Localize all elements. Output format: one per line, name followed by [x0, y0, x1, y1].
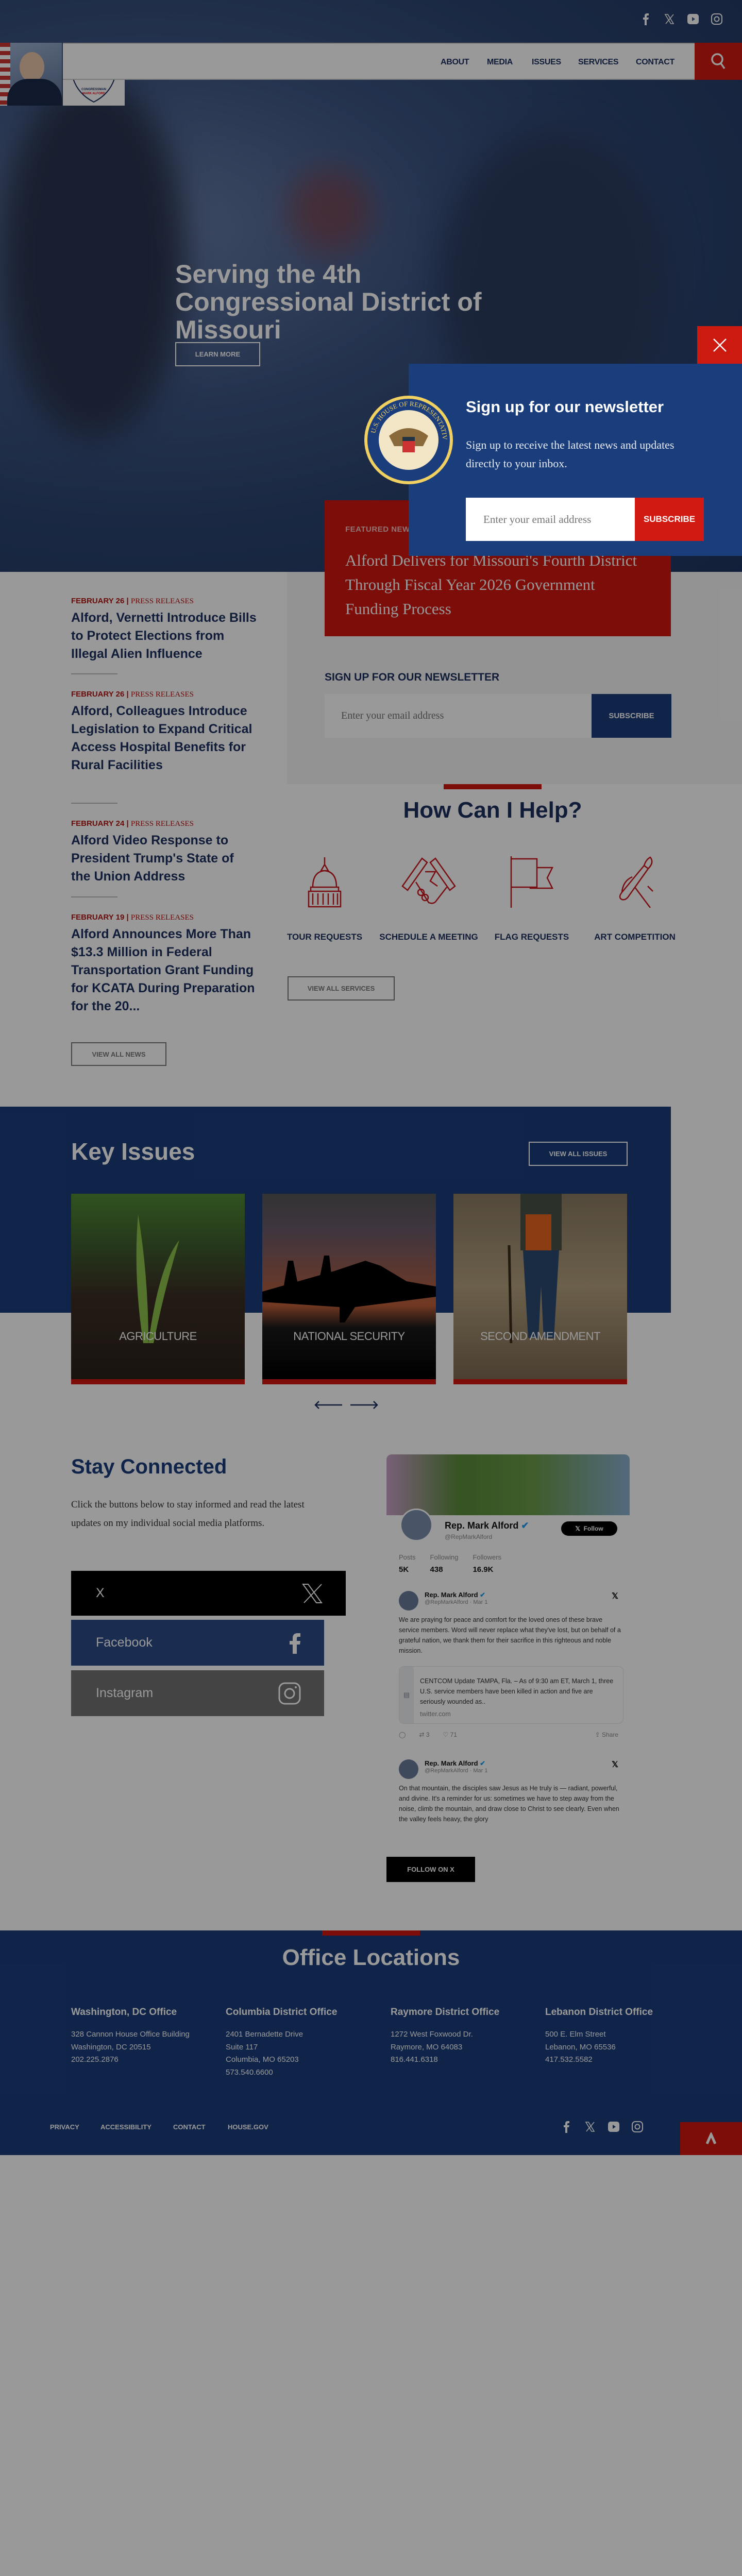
popup-close-button[interactable] — [697, 326, 742, 364]
popup-email-input[interactable] — [466, 498, 635, 541]
popup-text: Sign up to receive the latest news and u… — [466, 438, 674, 470]
popup-subscribe-button[interactable]: SUBSCRIBE — [635, 498, 704, 541]
house-seal-logo: U.S. HOUSE OF REPRESENTATIVES — [363, 395, 453, 484]
close-icon — [713, 338, 727, 352]
newsletter-popup: U.S. HOUSE OF REPRESENTATIVES Sign up fo… — [363, 364, 742, 556]
page: CONGRESSMAN MARK ALFORD ABOUT MEDIA ISSU… — [0, 0, 742, 2155]
modal-backdrop[interactable] — [0, 0, 742, 2155]
popup-title: Sign up for our newsletter — [466, 398, 664, 416]
